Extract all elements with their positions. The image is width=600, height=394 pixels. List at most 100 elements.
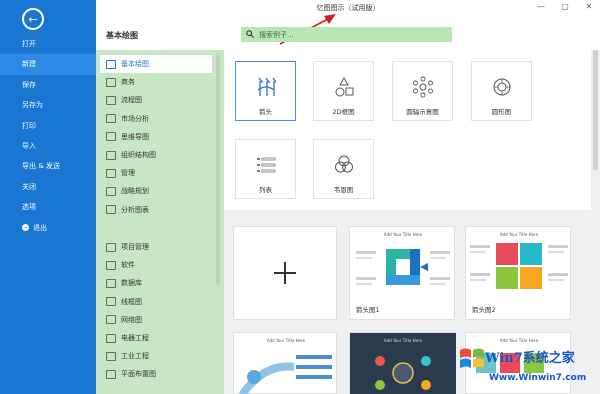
watermark-url: Www.Winwin7.com — [489, 373, 587, 383]
category-item-analysis[interactable]: 分析图表 — [100, 201, 212, 219]
category-item-network[interactable]: 网络图 — [100, 311, 212, 329]
category-item-management[interactable]: 管理 — [100, 164, 212, 182]
category-item-wireframe[interactable]: 线框图 — [100, 293, 212, 311]
arrow-diagram-thumbnail: Add Your Title Here — [470, 232, 568, 289]
menu-item-print[interactable]: 打印 — [0, 116, 96, 136]
category-item-label: 组织结构图 — [121, 151, 156, 160]
exit-icon: − — [22, 224, 29, 232]
thumbnail-title: Add Your Title Here — [384, 232, 423, 237]
template-label: 箭头 — [259, 108, 272, 116]
template-tile-list[interactable]: 列表 — [235, 139, 296, 199]
analysis-chart-icon — [106, 205, 116, 215]
category-item-market[interactable]: 市场分析 — [100, 110, 212, 128]
file-menu-list: 打开 新建 保存 另存为 打印 导入 导出 & 发送 关闭 选项 − 退出 — [0, 34, 96, 238]
industrial-icon — [106, 351, 116, 361]
category-item-software[interactable]: 软件 — [100, 256, 212, 274]
wireframe-icon — [106, 297, 116, 307]
market-analysis-icon — [106, 114, 116, 124]
list-icon — [256, 157, 275, 173]
menu-item-save[interactable]: 保存 — [0, 75, 96, 95]
category-item-label: 市场分析 — [121, 114, 149, 123]
business-icon — [106, 77, 116, 87]
back-arrow-icon: ← — [28, 12, 38, 26]
menu-item-close[interactable]: 关闭 — [0, 177, 96, 197]
back-button[interactable]: ← — [22, 8, 44, 30]
category-heading: 基本绘图 — [106, 31, 138, 40]
template-label: 韦恩图 — [333, 186, 354, 194]
template-tile-arrows[interactable]: 箭头 — [235, 61, 296, 121]
diagram-thumbnail: Add Your Title Here — [350, 333, 456, 394]
diagram-thumbnail: Add Your Title Here — [238, 338, 332, 394]
project-icon — [106, 242, 116, 252]
category-item-database[interactable]: 数据库 — [100, 274, 212, 292]
category-item-label: 软件 — [121, 261, 135, 270]
org-chart-icon — [106, 150, 116, 160]
category-item-label: 分析图表 — [121, 205, 149, 214]
shapes-2d-icon — [335, 76, 353, 97]
template-tile-2d-shapes[interactable]: 2D框图 — [313, 61, 374, 121]
category-item-label: 流程图 — [121, 96, 142, 105]
database-icon — [106, 278, 116, 288]
network-icon — [106, 315, 116, 325]
template-tile-venn[interactable]: 韦恩图 — [313, 139, 374, 199]
category-item-basic[interactable]: 基本绘图 — [100, 55, 212, 74]
site-watermark: Win7系统之家 Www.Winwin7.com — [455, 340, 600, 394]
search-icon — [246, 30, 254, 38]
menu-item-exit[interactable]: − 退出 — [0, 218, 96, 238]
management-icon — [106, 168, 116, 178]
category-item-label: 基本绘图 — [121, 60, 149, 69]
category-scrollbar[interactable] — [216, 55, 220, 285]
category-item-strategy[interactable]: 战略规划 — [100, 182, 212, 200]
menu-item-options[interactable]: 选项 — [0, 197, 96, 217]
basic-drawing-icon — [106, 59, 116, 69]
window-controls: — ▢ ✕ — [536, 2, 594, 11]
arrow-diagram-thumbnail: Add Your Title Here — [356, 232, 450, 285]
example-card-4[interactable]: Add Your Title Here — [349, 332, 456, 394]
category-item-orgchart[interactable]: 组织结构图 — [100, 146, 212, 164]
category-item-label: 项目管理 — [121, 243, 149, 252]
search-bar[interactable]: 搜索例子... — [241, 27, 452, 42]
category-item-electrical[interactable]: 电器工程 — [100, 329, 212, 347]
category-item-floorplan[interactable]: 平面布置图 — [100, 365, 212, 383]
example-caption: 箭头图2 — [472, 306, 496, 314]
close-button[interactable]: ✕ — [584, 2, 594, 11]
circle-diagram-icon — [493, 78, 510, 96]
flowchart-icon — [106, 95, 116, 105]
category-item-industrial[interactable]: 工业工程 — [100, 347, 212, 365]
template-scrollbar[interactable] — [593, 50, 598, 170]
menu-item-export-send[interactable]: 导出 & 发送 — [0, 156, 96, 176]
app-window: ← 打开 新建 保存 另存为 打印 导入 导出 & 发送 关闭 选项 − 退出 … — [0, 0, 600, 394]
category-item-project[interactable]: 项目管理 — [100, 238, 212, 256]
software-icon — [106, 260, 116, 270]
window-title: 亿图图示（试用版） — [316, 4, 380, 12]
maximize-button[interactable]: ▢ — [560, 2, 570, 11]
example-card-3[interactable]: Add Your Title Here — [233, 332, 337, 394]
category-item-label: 网络图 — [121, 315, 142, 324]
example-card-arrow-2[interactable]: Add Your Title Here 箭头图2 — [465, 226, 571, 320]
category-item-label: 管理 — [121, 169, 135, 178]
example-caption: 箭头图1 — [356, 306, 380, 314]
menu-item-open[interactable]: 打开 — [0, 34, 96, 54]
thumbnail-title: Add Your Title Here — [384, 338, 423, 343]
menu-item-save-as[interactable]: 另存为 — [0, 95, 96, 115]
search-input[interactable]: 搜索例子... — [259, 30, 294, 40]
category-item-business[interactable]: 商务 — [100, 73, 212, 91]
template-label: 圆辐示意图 — [406, 108, 439, 116]
category-item-mindmap[interactable]: 思维导图 — [100, 128, 212, 146]
minimize-button[interactable]: — — [536, 2, 546, 11]
arrow-shapes-icon — [257, 77, 276, 96]
category-list-2: 项目管理 软件 数据库 线框图 网络图 电器工程 工业工程 平面布置图 — [100, 238, 212, 384]
menu-item-import[interactable]: 导入 — [0, 136, 96, 156]
category-item-flowchart[interactable]: 流程图 — [100, 91, 212, 109]
new-blank-card[interactable] — [233, 226, 337, 320]
menu-item-new[interactable]: 新建 — [0, 54, 96, 75]
template-tile-radial[interactable]: 圆辐示意图 — [392, 61, 453, 121]
plus-icon — [274, 262, 296, 284]
category-item-label: 商务 — [121, 78, 135, 87]
title-bar: 亿图图示（试用版） — ▢ ✕ — [96, 0, 600, 18]
file-menu-sidebar: ← 打开 新建 保存 另存为 打印 导入 导出 & 发送 关闭 选项 − 退出 — [0, 0, 96, 394]
category-item-label: 电器工程 — [121, 334, 149, 343]
template-tile-circle[interactable]: 圆形图 — [471, 61, 532, 121]
venn-icon — [334, 155, 353, 173]
example-card-arrow-1[interactable]: Add Your Title Here 箭头图1 — [349, 226, 455, 320]
